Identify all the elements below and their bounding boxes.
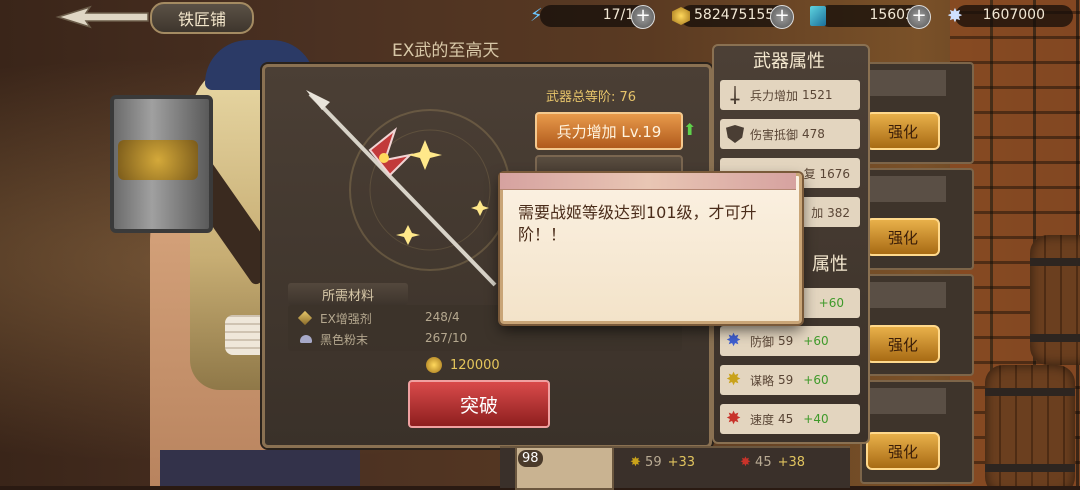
speed-star-icon: ✸: [740, 455, 751, 470]
strategy-star-icon: ✸: [726, 369, 742, 390]
gold-cost: 120000: [426, 357, 500, 373]
enhance-button[interactable]: 强化: [866, 218, 940, 256]
materials-title: 所需材料: [288, 283, 408, 305]
page-title: 铁匠铺: [150, 2, 254, 34]
dialog-header-ornament: [500, 173, 796, 190]
material-count: 248/4: [425, 310, 460, 324]
top-bar: 铁匠铺 ⚡ 17/122 + 582475155 + 15602 + ✸ 160…: [0, 0, 1080, 34]
add-gold-button[interactable]: +: [770, 5, 794, 29]
enhance-button[interactable]: 强化: [866, 432, 940, 470]
gold-value: 582475155: [694, 7, 775, 23]
sword-icon: [730, 86, 740, 104]
attributes-title: 武器属性: [753, 51, 825, 72]
dialog-message: 需要战姬等级达到101级，才可升阶！！: [518, 203, 757, 244]
lightning-icon: ⚡: [530, 5, 543, 26]
enhance-button[interactable]: 强化: [866, 112, 940, 150]
up-arrow-icon: ⬆: [683, 120, 697, 139]
crystal-value: 1607000: [982, 7, 1045, 23]
speed-star-icon: ✸: [726, 408, 742, 429]
character-pants: [160, 450, 360, 486]
back-arrow-icon: [55, 5, 149, 29]
barrel: [985, 365, 1075, 486]
ex-enhancer-icon: [297, 310, 313, 326]
material-count: 267/10: [425, 331, 468, 345]
add-gem-button[interactable]: +: [907, 5, 931, 29]
level-requirement-dialog[interactable]: [500, 173, 802, 324]
stat-row: ✸ 谋略 59 +60: [720, 365, 860, 395]
material-row: 黑色粉末: [300, 330, 368, 348]
enhance-button[interactable]: 强化: [866, 325, 940, 363]
material-row: EX增强剂: [297, 309, 372, 327]
black-powder-icon: [300, 335, 312, 343]
gem-card-icon: [810, 6, 826, 26]
strategy-star-icon: ✸: [630, 455, 641, 470]
back-button[interactable]: [50, 3, 150, 29]
hero-level-badge: 98: [518, 450, 543, 467]
stat-row: ✸ 防御 59 +60: [720, 326, 860, 356]
weapon-total-rank: 武器总等阶: 76: [546, 90, 637, 105]
troop-increase-level-button[interactable]: 兵力增加 Lv.19: [535, 112, 683, 150]
defense-star-icon: ✸: [726, 330, 742, 351]
add-stamina-button[interactable]: +: [631, 5, 655, 29]
barrel: [1030, 235, 1080, 365]
crystal-icon: ✸: [947, 5, 963, 27]
attribute-row: 伤害抵御 478: [720, 119, 860, 149]
weapon-name: EX武的至高天: [392, 41, 500, 61]
hammer-emblem: [118, 140, 198, 180]
attribute-row: 兵力增加 1521: [720, 80, 860, 110]
hero-stat: ✸ 45 +38: [740, 455, 806, 470]
gold-coin-icon: [426, 357, 442, 373]
hero-stat: ✸ 59 +33: [630, 455, 696, 470]
breakthrough-button[interactable]: 突破: [408, 380, 550, 428]
gem-value: 15602: [869, 7, 914, 23]
shield-icon: [726, 125, 744, 143]
stat-row: ✸ 速度 45 +40: [720, 404, 860, 434]
